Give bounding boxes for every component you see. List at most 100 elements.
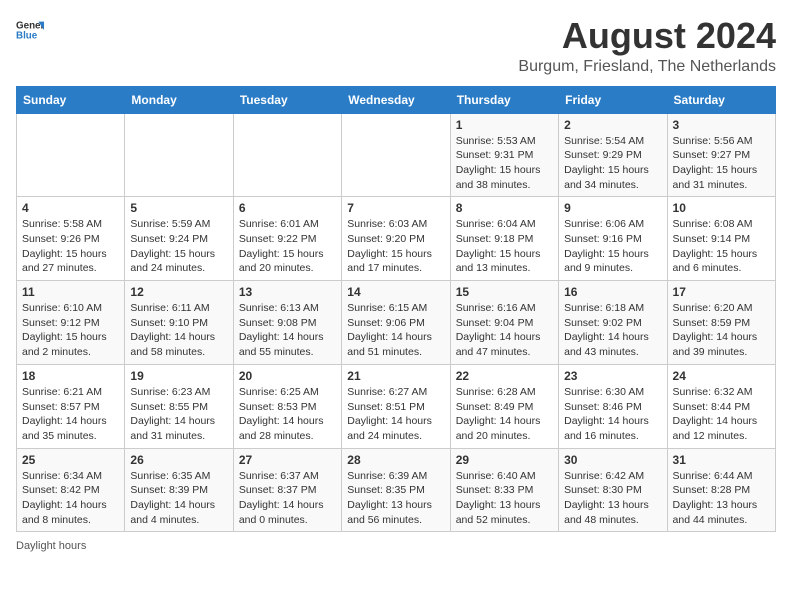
calendar-cell [233,113,341,197]
day-number: 10 [673,201,770,215]
day-header-wednesday: Wednesday [342,86,450,113]
calendar-cell: 21 Sunrise: 6:27 AM Sunset: 8:51 PM Dayli… [342,364,450,448]
day-number: 8 [456,201,553,215]
calendar-cell: 7 Sunrise: 6:03 AM Sunset: 9:20 PM Daylig… [342,197,450,281]
day-detail: Sunrise: 6:10 AM Sunset: 9:12 PM Dayligh… [22,301,119,360]
day-detail: Sunrise: 6:18 AM Sunset: 9:02 PM Dayligh… [564,301,661,360]
day-detail: Sunrise: 5:56 AM Sunset: 9:27 PM Dayligh… [673,134,770,193]
day-detail: Sunrise: 6:37 AM Sunset: 8:37 PM Dayligh… [239,469,336,528]
day-detail: Sunrise: 6:44 AM Sunset: 8:28 PM Dayligh… [673,469,770,528]
day-number: 4 [22,201,119,215]
day-detail: Sunrise: 6:25 AM Sunset: 8:53 PM Dayligh… [239,385,336,444]
calendar-cell: 11 Sunrise: 6:10 AM Sunset: 9:12 PM Dayli… [17,281,125,365]
day-detail: Sunrise: 6:40 AM Sunset: 8:33 PM Dayligh… [456,469,553,528]
day-number: 15 [456,285,553,299]
calendar-cell: 14Sunrise: 6:15 AM Sunset: 9:06 PM Dayli… [342,281,450,365]
day-number: 12 [130,285,227,299]
day-detail: Sunrise: 6:23 AM Sunset: 8:55 PM Dayligh… [130,385,227,444]
day-number: 20 [239,369,336,383]
calendar-cell: 6 Sunrise: 6:01 AM Sunset: 9:22 PM Daylig… [233,197,341,281]
day-number: 2 [564,118,661,132]
main-title: August 2024 [518,16,776,56]
calendar-cell: 23Sunrise: 6:30 AM Sunset: 8:46 PM Dayli… [559,364,667,448]
day-number: 27 [239,453,336,467]
day-number: 22 [456,369,553,383]
day-number: 14 [347,285,444,299]
day-detail: Sunrise: 5:54 AM Sunset: 9:29 PM Dayligh… [564,134,661,193]
day-detail: Sunrise: 6:03 AM Sunset: 9:20 PM Dayligh… [347,217,444,276]
week-row-1: 1 Sunrise: 5:53 AM Sunset: 9:31 PM Daylig… [17,113,776,197]
day-detail: Sunrise: 5:53 AM Sunset: 9:31 PM Dayligh… [456,134,553,193]
day-number: 16 [564,285,661,299]
calendar-cell: 5 Sunrise: 5:59 AM Sunset: 9:24 PM Daylig… [125,197,233,281]
calendar-cell: 17 Sunrise: 6:20 AM Sunset: 8:59 PM Dayli… [667,281,775,365]
day-number: 25 [22,453,119,467]
calendar-cell [125,113,233,197]
day-number: 26 [130,453,227,467]
calendar-cell: 18Sunrise: 6:21 AM Sunset: 8:57 PM Dayli… [17,364,125,448]
day-number: 7 [347,201,444,215]
day-number: 23 [564,369,661,383]
day-header-tuesday: Tuesday [233,86,341,113]
calendar-cell: 12Sunrise: 6:11 AM Sunset: 9:10 PM Dayli… [125,281,233,365]
day-number: 9 [564,201,661,215]
calendar-cell: 2 Sunrise: 5:54 AM Sunset: 9:29 PM Daylig… [559,113,667,197]
calendar-cell: 27 Sunrise: 6:37 AM Sunset: 8:37 PM Dayli… [233,448,341,532]
day-detail: Sunrise: 6:35 AM Sunset: 8:39 PM Dayligh… [130,469,227,528]
day-detail: Sunrise: 6:16 AM Sunset: 9:04 PM Dayligh… [456,301,553,360]
day-detail: Sunrise: 6:01 AM Sunset: 9:22 PM Dayligh… [239,217,336,276]
day-detail: Sunrise: 5:58 AM Sunset: 9:26 PM Dayligh… [22,217,119,276]
day-number: 11 [22,285,119,299]
header: General Blue August 2024 Burgum, Friesla… [16,16,776,76]
calendar-cell: 4 Sunrise: 5:58 AM Sunset: 9:26 PM Daylig… [17,197,125,281]
calendar-cell: 25Sunrise: 6:34 AM Sunset: 8:42 PM Dayli… [17,448,125,532]
day-detail: Sunrise: 5:59 AM Sunset: 9:24 PM Dayligh… [130,217,227,276]
day-detail: Sunrise: 6:04 AM Sunset: 9:18 PM Dayligh… [456,217,553,276]
day-number: 30 [564,453,661,467]
day-header-saturday: Saturday [667,86,775,113]
subtitle: Burgum, Friesland, The Netherlands [518,58,776,76]
footer-note: Daylight hours [16,540,776,552]
day-detail: Sunrise: 6:32 AM Sunset: 8:44 PM Dayligh… [673,385,770,444]
svg-text:Blue: Blue [16,30,38,41]
day-detail: Sunrise: 6:27 AM Sunset: 8:51 PM Dayligh… [347,385,444,444]
calendar-cell: 26 Sunrise: 6:35 AM Sunset: 8:39 PM Dayli… [125,448,233,532]
day-number: 17 [673,285,770,299]
calendar-cell: 8 Sunrise: 6:04 AM Sunset: 9:18 PM Daylig… [450,197,558,281]
day-number: 21 [347,369,444,383]
day-number: 24 [673,369,770,383]
calendar-cell: 30 Sunrise: 6:42 AM Sunset: 8:30 PM Dayli… [559,448,667,532]
day-detail: Sunrise: 6:06 AM Sunset: 9:16 PM Dayligh… [564,217,661,276]
calendar-cell: 31 Sunrise: 6:44 AM Sunset: 8:28 PM Dayli… [667,448,775,532]
title-area: August 2024 Burgum, Friesland, The Nethe… [518,16,776,76]
day-number: 6 [239,201,336,215]
calendar-cell: 28Sunrise: 6:39 AM Sunset: 8:35 PM Dayli… [342,448,450,532]
calendar-cell: 1 Sunrise: 5:53 AM Sunset: 9:31 PM Daylig… [450,113,558,197]
day-number: 1 [456,118,553,132]
day-number: 5 [130,201,227,215]
calendar-header-row: SundayMondayTuesdayWednesdayThursdayFrid… [17,86,776,113]
calendar-cell: 24 Sunrise: 6:32 AM Sunset: 8:44 PM Dayli… [667,364,775,448]
day-header-friday: Friday [559,86,667,113]
logo: General Blue [16,16,44,44]
calendar-cell: 29 Sunrise: 6:40 AM Sunset: 8:33 PM Dayli… [450,448,558,532]
day-detail: Sunrise: 6:20 AM Sunset: 8:59 PM Dayligh… [673,301,770,360]
calendar-cell: 3 Sunrise: 5:56 AM Sunset: 9:27 PM Daylig… [667,113,775,197]
calendar-cell: 9 Sunrise: 6:06 AM Sunset: 9:16 PM Daylig… [559,197,667,281]
day-detail: Sunrise: 6:39 AM Sunset: 8:35 PM Dayligh… [347,469,444,528]
day-number: 31 [673,453,770,467]
day-number: 3 [673,118,770,132]
day-number: 29 [456,453,553,467]
day-number: 19 [130,369,227,383]
day-detail: Sunrise: 6:13 AM Sunset: 9:08 PM Dayligh… [239,301,336,360]
calendar-cell: 10 Sunrise: 6:08 AM Sunset: 9:14 PM Dayli… [667,197,775,281]
calendar-cell [17,113,125,197]
calendar-cell [342,113,450,197]
week-row-3: 11 Sunrise: 6:10 AM Sunset: 9:12 PM Dayli… [17,281,776,365]
day-header-sunday: Sunday [17,86,125,113]
week-row-2: 4 Sunrise: 5:58 AM Sunset: 9:26 PM Daylig… [17,197,776,281]
calendar-cell: 16 Sunrise: 6:18 AM Sunset: 9:02 PM Dayli… [559,281,667,365]
day-number: 18 [22,369,119,383]
day-detail: Sunrise: 6:08 AM Sunset: 9:14 PM Dayligh… [673,217,770,276]
day-detail: Sunrise: 6:42 AM Sunset: 8:30 PM Dayligh… [564,469,661,528]
